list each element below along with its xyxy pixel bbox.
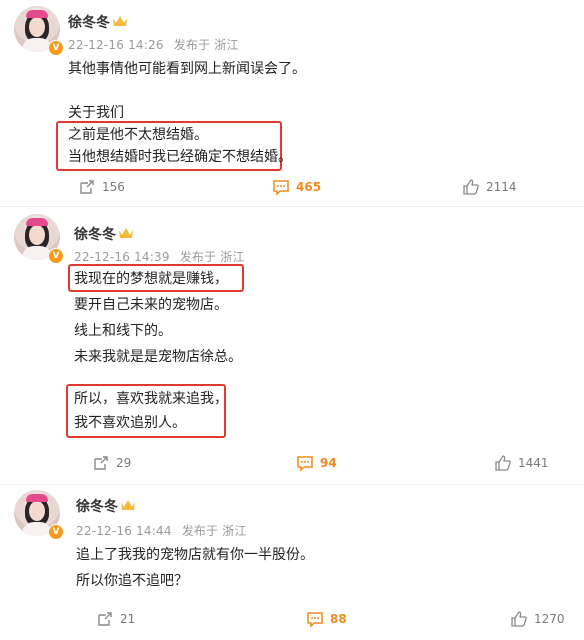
post-text-line: 未来我就是是宠物店徐总。: [74, 349, 242, 365]
post-text-line: 所以，喜欢我就来追我，: [74, 391, 228, 407]
post-1: V 徐冬冬 22-12-16 14:26 发布于 浙江 其他事情他可能看到网上新…: [0, 0, 584, 205]
repost-count: 29: [116, 456, 132, 470]
divider: [0, 206, 584, 207]
post-text-line: 所以你追不追吧？: [76, 573, 188, 589]
repost-icon: [80, 180, 94, 194]
comment-button[interactable]: 94: [296, 454, 337, 472]
repost-button[interactable]: 21: [96, 610, 135, 628]
comment-icon: [273, 180, 289, 196]
location: 发布于 浙江: [173, 38, 239, 52]
comment-count: 88: [330, 612, 347, 626]
post-meta: 22-12-16 14:26 发布于 浙江: [68, 36, 239, 53]
repost-count: 156: [102, 180, 125, 194]
repost-icon: [94, 456, 108, 470]
post-text-line: 我不喜欢追别人。: [74, 415, 186, 431]
thumbs-up-icon: [511, 611, 527, 627]
verified-v-icon: V: [48, 40, 64, 56]
post-meta: 22-12-16 14:44 发布于 浙江: [76, 522, 247, 539]
comment-icon: [297, 456, 313, 472]
crown-icon: [121, 500, 135, 510]
location: 发布于 浙江: [179, 250, 245, 264]
post-meta: 22-12-16 14:39 发布于 浙江: [74, 248, 245, 265]
repost-button[interactable]: 156: [78, 178, 125, 196]
crown-icon: [119, 228, 133, 238]
author-name[interactable]: 徐冬冬: [76, 496, 118, 516]
post-text-line: 之前是他不太想结婚。: [68, 127, 208, 143]
like-count: 1441: [518, 456, 549, 470]
repost-button[interactable]: 29: [92, 454, 131, 472]
repost-count: 21: [120, 612, 136, 626]
comment-count: 94: [320, 456, 337, 470]
post-text-line: 关于我们: [68, 105, 124, 121]
post-2: V 徐冬冬 22-12-16 14:39 发布于 浙江 我现在的梦想就是赚钱， …: [0, 208, 584, 483]
verified-v-icon: V: [48, 524, 64, 540]
comment-icon: [307, 612, 323, 628]
repost-icon: [98, 612, 112, 626]
comment-button[interactable]: 88: [306, 610, 347, 628]
post-text-line: 我现在的梦想就是赚钱，: [74, 271, 228, 287]
like-count: 2114: [486, 180, 517, 194]
author-name[interactable]: 徐冬冬: [74, 224, 116, 244]
post-text-line: 追上了我我的宠物店就有你一半股份。: [76, 547, 314, 563]
timestamp: 22-12-16 14:44: [76, 524, 172, 538]
like-count: 1270: [534, 612, 565, 626]
timestamp: 22-12-16 14:26: [68, 38, 164, 52]
crown-icon: [113, 16, 127, 26]
comment-button[interactable]: 465: [272, 178, 321, 196]
post-text-line: 要开自己未来的宠物店。: [74, 297, 228, 313]
like-button[interactable]: 2114: [462, 178, 517, 196]
post-text-line: 当他想结婚时我已经确定不想结婚。: [68, 149, 292, 165]
post-text-line: 其他事情他可能看到网上新闻误会了。: [68, 61, 306, 77]
thumbs-up-icon: [495, 455, 511, 471]
like-button[interactable]: 1270: [510, 610, 565, 628]
post-text-line: 线上和线下的。: [74, 323, 172, 339]
post-3: V 徐冬冬 22-12-16 14:44 发布于 浙江 追上了我我的宠物店就有你…: [0, 484, 584, 640]
verified-v-icon: V: [48, 248, 64, 264]
like-button[interactable]: 1441: [494, 454, 549, 472]
timestamp: 22-12-16 14:39: [74, 250, 170, 264]
author-name[interactable]: 徐冬冬: [68, 12, 110, 32]
location: 发布于 浙江: [181, 524, 247, 538]
thumbs-up-icon: [463, 179, 479, 195]
comment-count: 465: [296, 180, 322, 194]
